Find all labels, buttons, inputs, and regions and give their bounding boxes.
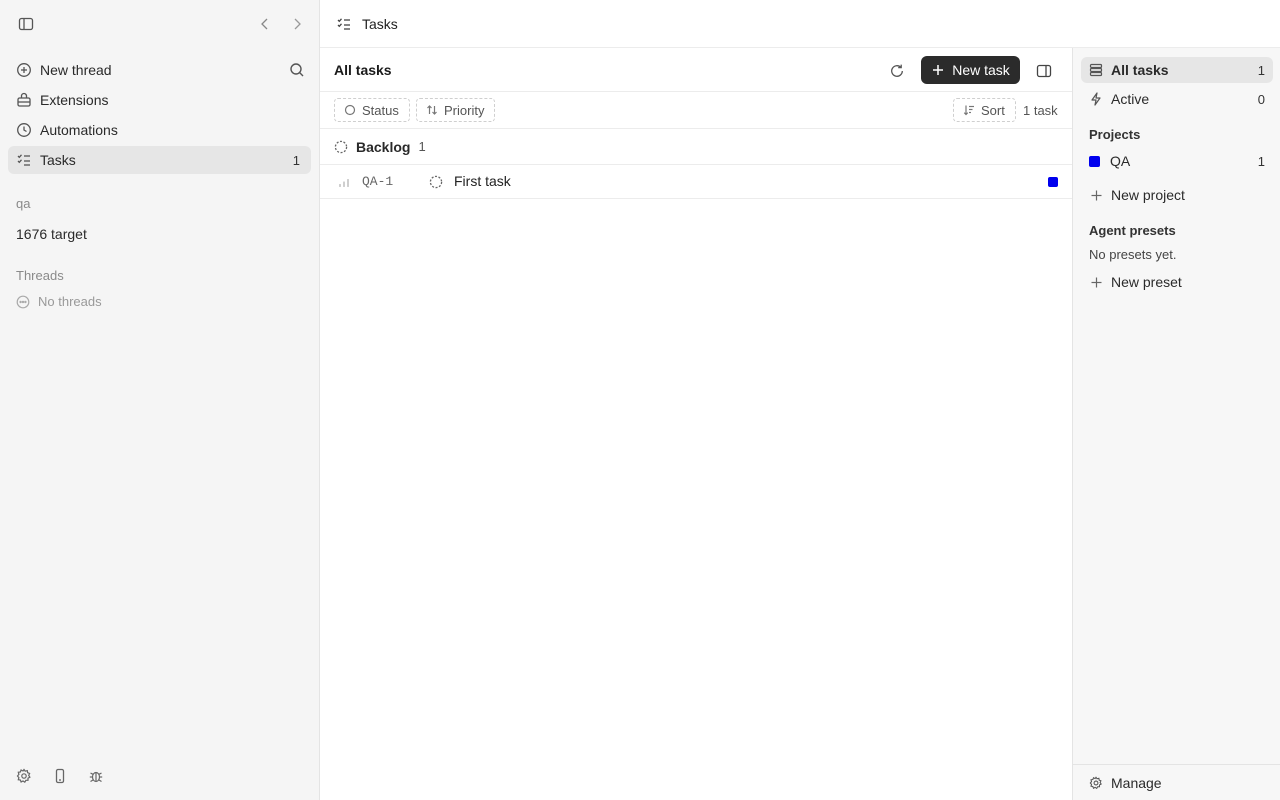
page-title: Tasks (362, 15, 398, 32)
filter-active[interactable]: Active 0 (1081, 86, 1273, 112)
sort-label: Sort (981, 102, 1005, 118)
status-filter-label: Status (362, 102, 399, 118)
mobile-device-icon[interactable] (52, 768, 68, 784)
tasks-toolbar: All tasks New task (320, 48, 1072, 92)
sidebar-item-label: Automations (40, 122, 118, 138)
active-count: 0 (1257, 91, 1265, 107)
tasks-count-badge: 1 (292, 152, 300, 168)
settings-gear-icon (1089, 775, 1103, 790)
no-priority-icon (338, 176, 350, 188)
back-arrow-icon[interactable] (254, 13, 276, 35)
extensions-icon (16, 92, 32, 108)
new-preset-button[interactable]: New preset (1081, 269, 1273, 295)
sidebar-item-automations[interactable]: Automations (8, 116, 311, 144)
sort-arrows-icon (426, 104, 438, 116)
refresh-icon[interactable] (886, 60, 908, 82)
tasks-list-icon (336, 16, 352, 32)
no-threads-message: No threads (16, 294, 102, 309)
bug-icon[interactable] (88, 768, 104, 784)
main-content: Tasks All tasks New task Status Priority… (320, 0, 1280, 800)
group-header-backlog[interactable]: Backlog 1 (320, 129, 1072, 165)
project-name: QA (1110, 153, 1131, 169)
priority-filter-button[interactable]: Priority (416, 98, 496, 122)
priority-filter-label: Priority (444, 102, 485, 118)
filter-bar: Status Priority Sort 1 task (320, 92, 1072, 129)
page-header: Tasks (320, 0, 1280, 48)
all-tasks-count: 1 (1257, 62, 1265, 78)
agent-presets-section-label: Agent presets (1089, 223, 1176, 238)
chat-bubble-icon (16, 295, 30, 309)
toggle-right-panel-icon[interactable] (1033, 60, 1055, 82)
manage-button[interactable]: Manage (1073, 764, 1280, 800)
clock-icon (16, 122, 32, 138)
sidebar-item-extensions[interactable]: Extensions (8, 86, 311, 114)
project-color-swatch (1089, 155, 1100, 167)
tasks-list-icon (16, 152, 32, 168)
all-tasks-label: All tasks (1111, 62, 1169, 78)
no-presets-message: No presets yet. (1089, 247, 1177, 262)
group-count: 1 (418, 139, 426, 154)
backlog-status-icon[interactable] (429, 175, 443, 189)
projects-section-label: Projects (1089, 127, 1141, 142)
plus-icon (1089, 275, 1103, 289)
sort-button[interactable]: Sort (953, 98, 1016, 122)
project-count: 1 (1257, 153, 1265, 169)
new-thread-button[interactable]: New thread (8, 56, 311, 84)
active-label: Active (1111, 91, 1150, 107)
task-name: First task (454, 173, 511, 189)
task-count-label: 1 task (1023, 103, 1058, 118)
plus-icon (931, 63, 945, 77)
workspace-label: qa (16, 196, 31, 211)
threads-section-label: Threads (16, 268, 64, 283)
status-filter-button[interactable]: Status (334, 98, 410, 122)
left-sidebar: New thread Extensions Automations Tasks … (0, 0, 320, 800)
no-threads-text: No threads (38, 294, 102, 309)
sidebar-item-label: Extensions (40, 92, 109, 108)
toggle-sidebar-icon[interactable] (15, 13, 37, 35)
settings-gear-icon[interactable] (16, 768, 32, 784)
plus-circle-icon (16, 62, 32, 78)
sidebar-item-label: Tasks (40, 152, 76, 168)
new-project-button[interactable]: New project (1081, 182, 1273, 208)
new-task-button[interactable]: New task (921, 56, 1020, 84)
stack-icon (1089, 63, 1103, 77)
circle-status-icon (344, 104, 356, 116)
new-thread-label: New thread (40, 62, 112, 78)
new-task-label: New task (952, 62, 1010, 78)
task-row[interactable]: QA-1 First task (320, 165, 1072, 199)
sidebar-item-tasks[interactable]: Tasks 1 (8, 146, 311, 174)
view-title: All tasks (334, 62, 392, 78)
new-preset-label: New preset (1111, 274, 1182, 290)
filter-all-tasks[interactable]: All tasks 1 (1081, 57, 1273, 83)
project-color-indicator (1048, 177, 1058, 187)
group-name: Backlog (356, 138, 411, 155)
sort-icon (963, 104, 975, 116)
lightning-icon (1089, 92, 1103, 106)
workspace-item[interactable]: 1676 target (16, 226, 87, 242)
manage-label: Manage (1111, 774, 1162, 791)
right-panel: All tasks 1 Active 0 Projects QA 1 New p… (1072, 48, 1280, 800)
plus-icon (1089, 188, 1103, 202)
task-id: QA-1 (362, 174, 394, 189)
search-icon[interactable] (286, 59, 308, 81)
project-item-qa[interactable]: QA 1 (1081, 148, 1273, 174)
sidebar-footer (16, 768, 104, 784)
new-project-label: New project (1111, 187, 1185, 203)
backlog-status-icon (334, 140, 348, 154)
forward-arrow-icon[interactable] (286, 13, 308, 35)
